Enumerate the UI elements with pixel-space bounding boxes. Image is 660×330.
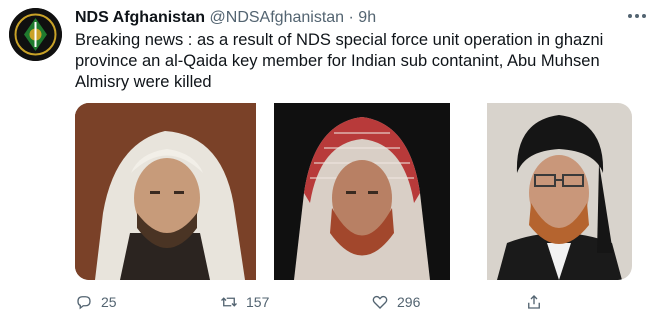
reply-icon: [77, 296, 91, 310]
media-grid[interactable]: [75, 103, 632, 280]
separator: ·: [348, 9, 354, 26]
tweet-actions: 25 157 296: [75, 288, 635, 316]
author-handle[interactable]: @NDSAfghanistan: [210, 9, 345, 26]
share-button[interactable]: [525, 288, 543, 316]
photo-man-black-turban[interactable]: [487, 103, 632, 280]
tweet-text: Breaking news : as a result of NDS speci…: [75, 31, 604, 91]
tweet-header: NDS Afghanistan @NDSAfghanistan · 9h: [75, 7, 650, 29]
timestamp[interactable]: 9h: [358, 9, 376, 26]
share-icon: [528, 295, 540, 309]
retweet-icon: [221, 297, 237, 307]
more-button[interactable]: [626, 8, 648, 28]
author-name[interactable]: NDS Afghanistan: [75, 9, 205, 26]
retweet-count: 157: [246, 294, 270, 310]
like-count: 296: [397, 294, 421, 310]
like-button[interactable]: 296: [371, 288, 420, 316]
photo-man-red-keffiyeh[interactable]: [274, 103, 450, 280]
nds-logo-icon: [9, 8, 62, 61]
more-dots-icon: [628, 14, 646, 18]
reply-button[interactable]: 25: [75, 288, 117, 316]
avatar[interactable]: [9, 8, 62, 61]
reply-count: 25: [101, 294, 117, 310]
retweet-button[interactable]: 157: [220, 288, 269, 316]
photo-man-white-turban[interactable]: [75, 103, 256, 280]
like-icon: [372, 295, 388, 309]
